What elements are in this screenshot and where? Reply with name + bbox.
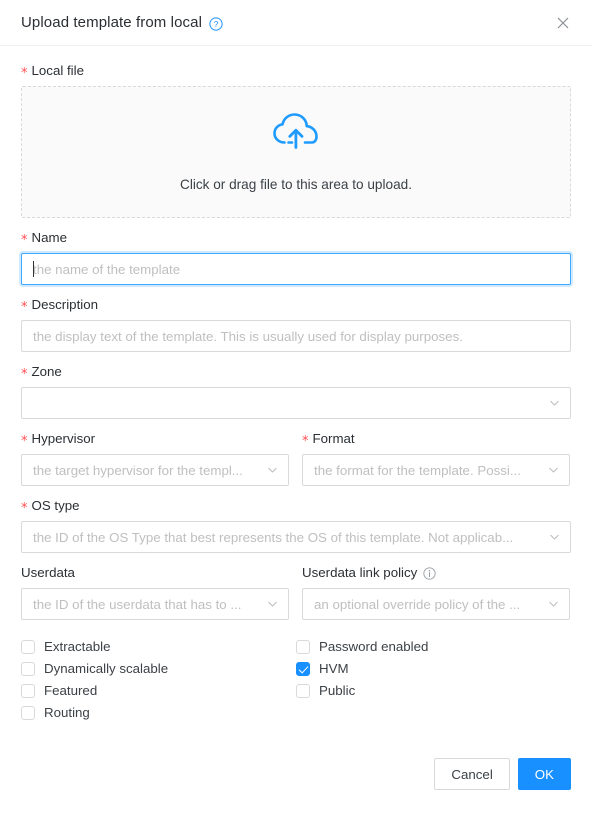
chevron-down-icon xyxy=(267,599,278,610)
label-text: Description xyxy=(31,297,99,312)
checkbox-box xyxy=(21,640,35,654)
checkbox-box xyxy=(21,706,35,720)
name-input[interactable] xyxy=(21,253,571,285)
checkbox-box xyxy=(296,662,310,676)
format-select[interactable]: the format for the template. Possi... xyxy=(302,454,570,486)
field-name: * Name xyxy=(21,230,571,285)
required-marker: * xyxy=(21,65,28,81)
chevron-down-icon xyxy=(548,465,559,476)
chevron-down-icon xyxy=(267,465,278,476)
field-local-file: * Local file Click or drag file to this … xyxy=(21,63,571,218)
checkbox-label: Public xyxy=(319,683,356,699)
close-icon[interactable] xyxy=(548,8,578,38)
label-format: * Format xyxy=(302,431,570,449)
checkbox-label: Dynamically scalable xyxy=(44,661,169,677)
label-text: Hypervisor xyxy=(31,431,96,446)
checkbox-box xyxy=(21,662,35,676)
required-marker: * xyxy=(21,232,28,248)
os-type-select-value: the ID of the OS Type that best represen… xyxy=(33,529,514,545)
label-zone: * Zone xyxy=(21,364,571,382)
file-dropzone[interactable]: Click or drag file to this area to uploa… xyxy=(21,86,571,218)
info-circle-icon[interactable] xyxy=(423,566,436,580)
dialog-footer: Cancel OK xyxy=(0,758,592,790)
label-text: Zone xyxy=(31,364,62,379)
cancel-button[interactable]: Cancel xyxy=(434,758,510,790)
checkbox-label: Featured xyxy=(44,683,98,699)
checkbox-box xyxy=(296,640,310,654)
userdata-select-value: the ID of the userdata that has to ... xyxy=(33,596,242,612)
checkbox-box xyxy=(296,684,310,698)
checkbox-label: Password enabled xyxy=(319,639,429,655)
label-text: Userdata xyxy=(21,565,75,580)
hypervisor-select-value: the target hypervisor for the templ... xyxy=(33,462,243,478)
label-local-file: * Local file xyxy=(21,63,571,81)
ok-button[interactable]: OK xyxy=(517,758,571,790)
checkbox-box xyxy=(21,684,35,698)
label-hypervisor: * Hypervisor xyxy=(21,431,289,449)
checkbox-column-right: Password enabled HVM Public xyxy=(296,636,571,724)
field-hypervisor: * Hypervisor the target hypervisor for t… xyxy=(21,431,289,486)
checkbox-label: Routing xyxy=(44,705,90,721)
text-caret xyxy=(33,261,34,277)
chevron-down-icon xyxy=(549,532,560,543)
row-userdata: Userdata the ID of the userdata that has… xyxy=(21,565,571,632)
checkbox-dynamically-scalable[interactable]: Dynamically scalable xyxy=(21,658,296,680)
field-userdata-link-policy: Userdata link policy an optional overrid… xyxy=(302,565,570,620)
checkbox-column-left: Extractable Dynamically scalable Feature… xyxy=(21,636,296,724)
upload-template-dialog: Upload template from local ? * Local fil… xyxy=(0,0,592,817)
label-userdata: Userdata xyxy=(21,565,289,581)
zone-select[interactable] xyxy=(21,387,571,419)
label-text: Name xyxy=(31,230,67,245)
field-zone: * Zone xyxy=(21,364,571,419)
cloud-upload-icon xyxy=(272,112,320,155)
label-description: * Description xyxy=(21,297,571,315)
label-userdata-link-policy: Userdata link policy xyxy=(302,565,570,581)
label-text: OS type xyxy=(31,498,80,513)
userdata-link-policy-select-value: an optional override policy of the ... xyxy=(314,596,521,612)
label-text: Userdata link policy xyxy=(302,565,418,580)
checkbox-label: HVM xyxy=(319,661,349,677)
label-name: * Name xyxy=(21,230,571,248)
checkbox-group: Extractable Dynamically scalable Feature… xyxy=(21,636,571,724)
checkbox-label: Extractable xyxy=(44,639,111,655)
field-format: * Format the format for the template. Po… xyxy=(302,431,570,486)
required-marker: * xyxy=(21,366,28,382)
format-select-value: the format for the template. Possi... xyxy=(314,462,521,478)
required-marker: * xyxy=(302,433,309,449)
label-text: Local file xyxy=(31,63,84,78)
question-circle-icon[interactable]: ? xyxy=(209,16,223,31)
dialog-header: Upload template from local ? xyxy=(0,0,592,46)
description-input[interactable] xyxy=(21,320,571,352)
field-os-type: * OS type the ID of the OS Type that bes… xyxy=(21,498,571,553)
label-text: Format xyxy=(312,431,355,446)
required-marker: * xyxy=(21,433,28,449)
os-type-select[interactable]: the ID of the OS Type that best represen… xyxy=(21,521,571,553)
checkbox-featured[interactable]: Featured xyxy=(21,680,296,702)
checkbox-extractable[interactable]: Extractable xyxy=(21,636,296,658)
dialog-body: * Local file Click or drag file to this … xyxy=(0,46,592,724)
checkbox-password-enabled[interactable]: Password enabled xyxy=(296,636,571,658)
userdata-link-policy-select[interactable]: an optional override policy of the ... xyxy=(302,588,570,620)
required-marker: * xyxy=(21,299,28,315)
field-description: * Description xyxy=(21,297,571,352)
userdata-select[interactable]: the ID of the userdata that has to ... xyxy=(21,588,289,620)
svg-text:?: ? xyxy=(214,19,219,29)
checkbox-routing[interactable]: Routing xyxy=(21,702,296,724)
row-hypervisor-format: * Hypervisor the target hypervisor for t… xyxy=(21,431,571,498)
field-userdata: Userdata the ID of the userdata that has… xyxy=(21,565,289,620)
chevron-down-icon xyxy=(549,398,560,409)
dropzone-label: Click or drag file to this area to uploa… xyxy=(180,177,412,192)
hypervisor-select[interactable]: the target hypervisor for the templ... xyxy=(21,454,289,486)
checkbox-public[interactable]: Public xyxy=(296,680,571,702)
chevron-down-icon xyxy=(548,599,559,610)
label-os-type: * OS type xyxy=(21,498,571,516)
checkbox-hvm[interactable]: HVM xyxy=(296,658,571,680)
required-marker: * xyxy=(21,500,28,516)
page-title: Upload template from local xyxy=(21,14,203,31)
